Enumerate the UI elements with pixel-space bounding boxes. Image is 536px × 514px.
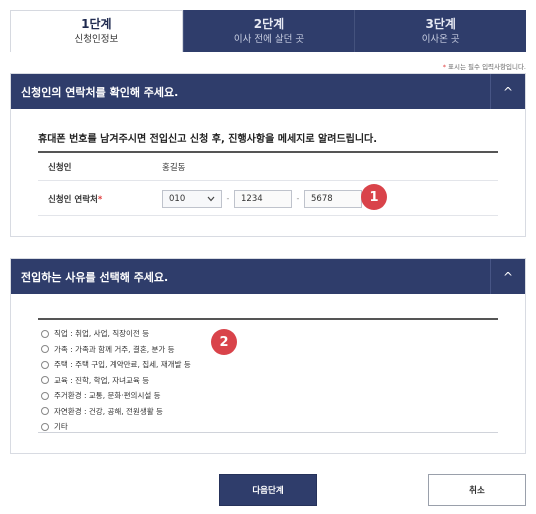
- contact-section-title: 신청인의 연락처를 확인해 주세요.: [21, 85, 179, 99]
- reason-option-natural-environment[interactable]: 자연환경 : 건강, 공해, 전원생활 등: [41, 404, 191, 420]
- step-1-name: 신청인정보: [74, 34, 119, 45]
- reason-option-education[interactable]: 교육 : 진학, 학업, 자녀교육 등: [41, 373, 191, 389]
- reason-option-label: 주거환경 : 교통, 문화·편의시설 등: [54, 391, 161, 401]
- phone-label-text: 신청인 연락처: [48, 194, 98, 205]
- radio-icon[interactable]: [41, 391, 49, 400]
- radio-icon[interactable]: [41, 407, 49, 416]
- reason-option-living-environment[interactable]: 주거환경 : 교통, 문화·편의시설 등: [41, 388, 191, 404]
- reason-radio-list: 직업 : 취업, 사업, 직장이전 등 가족 : 가족과 함께 거주, 결혼, …: [41, 326, 191, 435]
- callout-badge-2: 2: [211, 329, 237, 355]
- step-2-number: 2단계: [253, 16, 285, 31]
- reason-option-label: 기타: [54, 422, 68, 432]
- callout-badge-1: 1: [361, 184, 387, 210]
- reason-section-title: 전입하는 사유를 선택해 주세요.: [21, 270, 169, 284]
- reason-option-label: 가족 : 가족과 함께 거주, 결혼, 분가 등: [54, 344, 175, 354]
- reason-section: 전입하는 사유를 선택해 주세요. ^ 직업 : 취업, 사업, 직장이전 등 …: [10, 258, 526, 454]
- contact-section-header: 신청인의 연락처를 확인해 주세요. ^: [11, 74, 525, 109]
- phone-prefix-value: 010: [169, 193, 186, 204]
- reason-option-label: 주택 : 주택 구입, 계약만료, 집세, 재개발 등: [54, 360, 191, 370]
- step-1-tab[interactable]: 1단계 신청인정보: [10, 10, 183, 52]
- radio-icon[interactable]: [41, 360, 49, 369]
- required-note-text: 표시는 필수 입력사항입니다.: [445, 63, 526, 71]
- reason-option-job[interactable]: 직업 : 취업, 사업, 직장이전 등: [41, 326, 191, 342]
- step-2-name: 이사 전에 살던 곳: [233, 33, 305, 45]
- phone-middle-input[interactable]: 1234: [234, 189, 292, 208]
- radio-icon[interactable]: [41, 329, 49, 338]
- collapse-toggle-icon[interactable]: ^: [490, 74, 525, 109]
- reason-option-family[interactable]: 가족 : 가족과 함께 거주, 결혼, 분가 등: [41, 342, 191, 358]
- reason-option-housing[interactable]: 주택 : 주택 구입, 계약만료, 집세, 재개발 등: [41, 357, 191, 373]
- radio-icon[interactable]: [41, 376, 49, 385]
- form-divider: [38, 432, 498, 433]
- reason-section-header: 전입하는 사유를 선택해 주세요. ^: [11, 259, 525, 294]
- applicant-phone-row: 신청인 연락처* 010 - 1234 - 5678: [38, 182, 498, 216]
- step-1-number: 1단계: [81, 17, 112, 31]
- chevron-down-icon: [207, 196, 215, 201]
- applicant-name-label: 신청인: [48, 162, 72, 173]
- cancel-button[interactable]: 취소: [428, 474, 526, 506]
- step-3-tab[interactable]: 3단계 이사온 곳: [354, 10, 526, 52]
- step-3-number: 3단계: [425, 16, 456, 31]
- required-note: * 표시는 필수 입력사항입니다.: [443, 61, 526, 71]
- radio-icon[interactable]: [41, 345, 49, 354]
- form-divider: [38, 318, 498, 320]
- reason-option-label: 교육 : 진학, 학업, 자녀교육 등: [54, 375, 150, 385]
- applicant-name-row: 신청인 홍길동: [38, 153, 498, 181]
- applicant-phone-label: 신청인 연락처*: [38, 193, 162, 205]
- applicant-name-value: 홍길동: [162, 162, 186, 173]
- step-2-tab[interactable]: 2단계 이사 전에 살던 곳: [182, 10, 355, 52]
- next-step-button[interactable]: 다음단계: [219, 474, 317, 506]
- phone-dash: -: [296, 194, 300, 203]
- reason-option-label: 자연환경 : 건강, 공해, 전원생활 등: [54, 406, 163, 416]
- phone-prefix-select[interactable]: 010: [162, 189, 222, 208]
- contact-section: 신청인의 연락처를 확인해 주세요. ^ 휴대폰 번호를 남겨주시면 전입신고 …: [10, 73, 526, 237]
- step-tabs: 1단계 신청인정보 2단계 이사 전에 살던 곳 3단계 이사온 곳: [10, 10, 526, 52]
- collapse-toggle-icon[interactable]: ^: [490, 259, 525, 294]
- reason-option-label: 직업 : 취업, 사업, 직장이전 등: [54, 329, 150, 339]
- contact-intro-text: 휴대폰 번호를 남겨주시면 전입신고 신청 후, 진행사항을 메세지로 알려드립…: [38, 134, 378, 145]
- step-3-name: 이사온 곳: [421, 33, 460, 45]
- phone-dash: -: [226, 194, 230, 203]
- radio-icon[interactable]: [41, 422, 49, 431]
- phone-last-input[interactable]: 5678: [304, 189, 362, 208]
- required-star: *: [97, 194, 103, 205]
